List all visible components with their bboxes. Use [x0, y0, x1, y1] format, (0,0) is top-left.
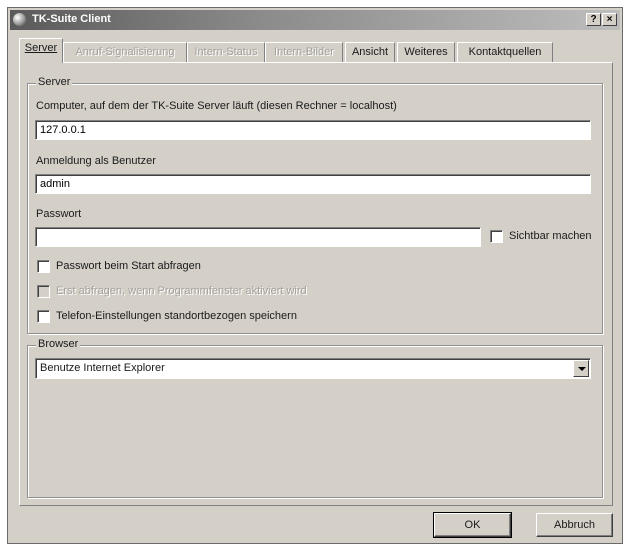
show-password-label: Sichtbar machen — [509, 230, 592, 242]
browser-group: Browser Benutze Internet Explorer — [27, 338, 603, 498]
server-group-label: Server — [36, 76, 73, 88]
ask-password-label: Passwort beim Start abfragen — [56, 260, 201, 272]
ask-on-activate-checkbox[interactable] — [37, 285, 50, 298]
browser-select[interactable]: Benutze Internet Explorer — [35, 358, 591, 379]
browser-group-label: Browser — [36, 338, 81, 350]
password-input[interactable] — [35, 227, 481, 247]
ask-on-activate-label: Erst abfragen, wenn Programmfenster akti… — [56, 285, 307, 297]
tab-server[interactable]: Server — [19, 38, 63, 63]
show-password-checkbox[interactable] — [490, 230, 503, 243]
tab-panel: Server Computer, auf dem der TK-Suite Se… — [19, 62, 613, 506]
window-title: TK-Suite Client — [32, 13, 111, 25]
user-input[interactable] — [35, 174, 591, 194]
computer-input[interactable] — [35, 120, 591, 140]
chevron-down-icon[interactable] — [573, 360, 589, 377]
ok-button[interactable]: OK — [433, 512, 512, 538]
tab-kontaktquellen[interactable]: Kontaktquellen — [457, 42, 553, 62]
cancel-button[interactable]: Abbruch — [536, 513, 613, 537]
save-location-label: Telefon-Einstellungen standortbezogen sp… — [56, 310, 297, 322]
dialog-window: TK-Suite Client ? × Server Anruf-Signali… — [7, 7, 623, 544]
password-label: Passwort — [36, 208, 82, 220]
tab-intern-bilder[interactable]: Intern-Bilder — [265, 42, 343, 62]
tab-ansicht[interactable]: Ansicht — [345, 42, 395, 62]
help-button[interactable]: ? — [586, 13, 601, 26]
browser-select-value: Benutze Internet Explorer — [40, 362, 165, 374]
tab-weiteres[interactable]: Weiteres — [397, 42, 455, 62]
tab-intern-status[interactable]: Intern-Status — [187, 42, 265, 62]
user-label: Anmeldung als Benutzer — [36, 155, 156, 167]
app-icon — [13, 13, 26, 26]
title-bar[interactable]: TK-Suite Client ? × — [10, 10, 620, 30]
server-group: Server Computer, auf dem der TK-Suite Se… — [27, 76, 603, 334]
close-button[interactable]: × — [602, 13, 617, 26]
ask-password-checkbox[interactable] — [37, 260, 50, 273]
tab-anruf-signalisierung[interactable]: Anruf-Signalisierung — [63, 42, 187, 62]
save-location-checkbox[interactable] — [37, 310, 50, 323]
computer-label: Computer, auf dem der TK-Suite Server lä… — [36, 100, 397, 112]
